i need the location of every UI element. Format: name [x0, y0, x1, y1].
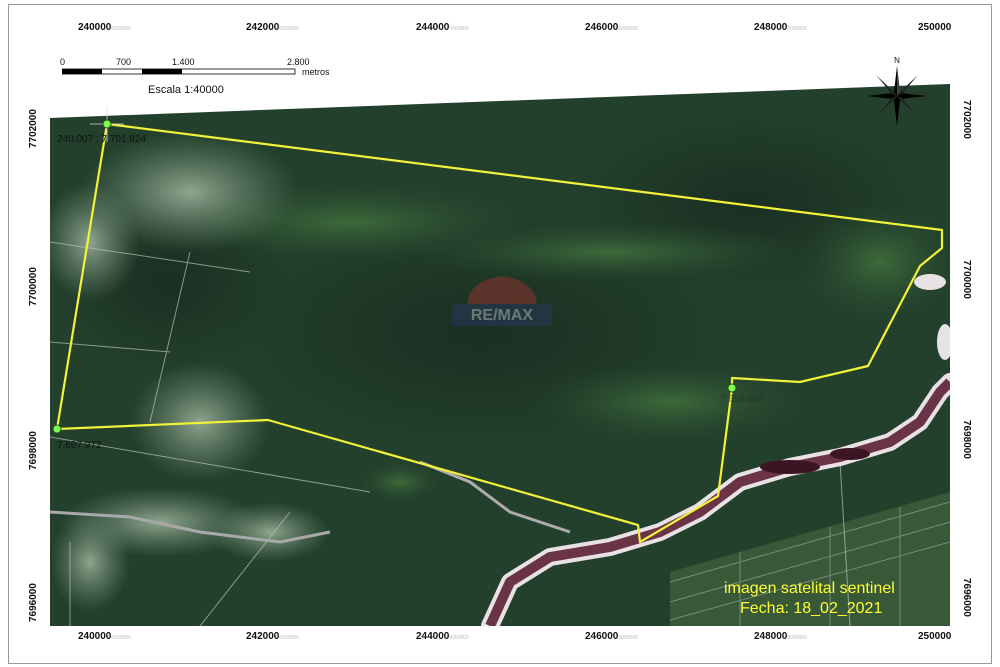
x-tick-top-250000: 250000	[918, 22, 952, 33]
scale-unit: metros	[302, 67, 330, 77]
scale-label-0: 0	[60, 57, 66, 67]
y-tick-left-7696000: 7696000	[28, 583, 39, 622]
vertex-point-3[interactable]	[727, 383, 737, 393]
y-tick-right-7700000: 7700000	[961, 260, 972, 299]
x-tick-bottom-240000: 2400000000000	[78, 631, 131, 642]
scale-ratio: Escala 1:40000	[148, 84, 224, 96]
x-tick-top-244000: 2440000000000	[416, 22, 469, 33]
scale-label-700: 700	[116, 57, 132, 67]
scale-bar	[62, 68, 296, 75]
x-tick-bottom-242000: 2420000000000	[246, 631, 299, 642]
y-tick-right-7702000: 7702000	[961, 100, 972, 139]
x-tick-bottom-248000: 2480000000000	[754, 631, 807, 642]
x-tick-bottom-250000: 250000	[918, 631, 952, 642]
point-label-2: 7.697.972	[57, 440, 102, 451]
scale-label-1400: 1.400	[172, 57, 195, 67]
x-tick-top-246000: 2460000000000	[585, 22, 638, 33]
x-tick-bottom-246000: 2460000000000	[585, 631, 638, 642]
scale-label-2800: 2.800	[287, 57, 310, 67]
watermark-text: RE/MAX	[471, 307, 534, 324]
vertex-point-2[interactable]	[52, 424, 62, 434]
y-tick-left-7702000: 7702000	[28, 109, 39, 148]
x-tick-top-242000: 2420000000000	[246, 22, 299, 33]
point-label-1: 240.007 ; 7.701.824	[57, 134, 146, 145]
x-tick-top-248000: 2480000000000	[754, 22, 807, 33]
vertex-point-1[interactable]	[102, 119, 112, 129]
compass-rose-icon: N	[867, 56, 927, 126]
caption-line-2: Fecha: 18_02_2021	[740, 600, 883, 617]
x-tick-top-240000: 2400000000000	[78, 22, 131, 33]
y-tick-left-7698000: 7698000	[28, 431, 39, 470]
point-label-3: 7.698.607	[720, 394, 765, 405]
remax-watermark: RE/MAX	[452, 276, 552, 326]
y-tick-right-7698000: 7698000	[961, 420, 972, 459]
y-tick-right-7696000: 7696000	[961, 578, 972, 617]
y-tick-left-7700000: 7700000	[28, 267, 39, 306]
north-letter: N	[894, 56, 900, 65]
caption-line-1: imagen satelital sentinel	[724, 580, 895, 597]
x-tick-bottom-244000: 2440000000000	[416, 631, 469, 642]
